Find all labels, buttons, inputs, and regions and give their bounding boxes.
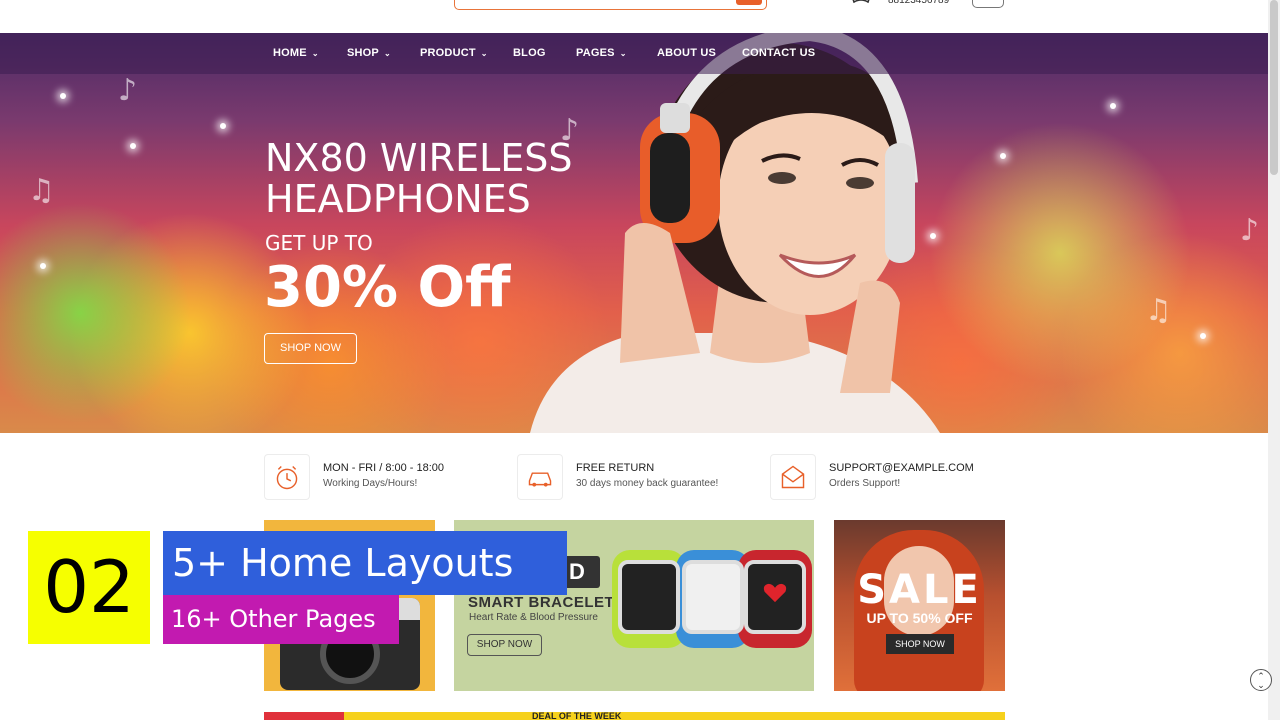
music-note-icon: ♪ xyxy=(1240,213,1260,248)
smartwatch-image xyxy=(682,560,744,634)
heart-icon xyxy=(763,583,787,603)
sparkle xyxy=(40,263,46,269)
page: 88123456789 ♪ ♫ ♪ ♪ ♫ HOME ⌄ SHOP ⌄ PROD… xyxy=(0,0,1280,720)
nav-item-label: HOME xyxy=(273,47,307,59)
deal-of-week-label: DEAL OF THE WEEK xyxy=(532,711,622,720)
overlay-headline: 5+ Home Layouts xyxy=(163,531,567,595)
nav-item-shop[interactable]: SHOP ⌄ xyxy=(347,47,391,59)
nav-item-about[interactable]: ABOUT US xyxy=(657,47,716,59)
main-navbar: HOME ⌄ SHOP ⌄ PRODUCT ⌄ BLOG PAGES ⌄ ABOUT U… xyxy=(0,33,1268,74)
feature-subtitle: Orders Support! xyxy=(829,478,901,489)
feature-hours: MON - FRI / 8:00 - 18:00 Working Days/Ho… xyxy=(264,454,504,500)
smartwatch-image xyxy=(744,560,806,634)
chevron-down-icon: ⌄ xyxy=(480,49,488,58)
bracelet-subtitle: Heart Rate & Blood Pressure xyxy=(469,612,598,623)
nav-item-blog[interactable]: BLOG xyxy=(513,47,546,59)
nav-item-label: BLOG xyxy=(513,47,546,59)
alarm-clock-icon xyxy=(264,454,310,500)
nav-item-label: PAGES xyxy=(576,47,615,59)
hero-shop-now-button[interactable]: SHOP NOW xyxy=(264,333,357,364)
feature-title: MON - FRI / 8:00 - 18:00 xyxy=(323,462,445,474)
smartwatch-image xyxy=(618,560,680,634)
hero-title-line2: HEADPHONES xyxy=(265,177,531,221)
hero-offer: 30% Off xyxy=(264,255,511,320)
nav-item-home[interactable]: HOME ⌄ xyxy=(273,47,319,59)
sparkle xyxy=(220,123,226,129)
sparkle xyxy=(60,93,66,99)
nav-item-label: CONTACT US xyxy=(742,47,816,59)
sparkle xyxy=(1200,333,1206,339)
sale-subtitle: UP TO 50% OFF xyxy=(866,610,973,626)
top-header: 88123456789 xyxy=(0,0,1268,33)
nav-item-label: SHOP xyxy=(347,47,379,59)
music-note-icon: ♫ xyxy=(28,173,55,208)
car-icon xyxy=(517,454,563,500)
scroll-arrows-icon[interactable]: ⌃ ⌄ xyxy=(1250,669,1272,691)
phone-number: 88123456789 xyxy=(888,0,950,6)
chevron-down-icon: ⌄ xyxy=(311,49,319,58)
nav-item-contact[interactable]: CONTACT US xyxy=(742,47,815,59)
search-input[interactable] xyxy=(454,0,767,10)
nav-item-label: ABOUT US xyxy=(657,47,717,59)
hero-title-line1: NX80 WIRELESS xyxy=(265,136,573,180)
phone-icon xyxy=(852,0,870,4)
deal-of-week-banner[interactable] xyxy=(264,712,1005,720)
scrollbar-thumb[interactable] xyxy=(1270,0,1278,175)
hero-title: NX80 WIRELESS HEADPHONES xyxy=(265,138,573,220)
search-button[interactable] xyxy=(736,0,762,5)
sale-banner[interactable]: SALE UP TO 50% OFF SHOP NOW xyxy=(834,520,1005,691)
nav-item-label: PRODUCT xyxy=(420,47,476,59)
music-note-icon: ♪ xyxy=(118,73,138,108)
bracelet-shop-now-button[interactable]: SHOP NOW xyxy=(467,634,542,656)
chevron-down-icon: ⌄ xyxy=(383,49,391,58)
nav-item-pages[interactable]: PAGES ⌄ xyxy=(576,47,627,59)
music-note-icon: ♫ xyxy=(1145,293,1172,328)
sparkle xyxy=(1000,153,1006,159)
overlay-number-badge: 02 xyxy=(28,531,150,644)
cart-button[interactable] xyxy=(972,0,1004,8)
chevron-down-icon: ⌄ xyxy=(619,49,627,58)
feature-return: FREE RETURN 30 days money back guarantee… xyxy=(517,454,757,500)
hero-banner: ♪ ♫ ♪ ♪ ♫ xyxy=(0,33,1268,433)
feature-title: FREE RETURN xyxy=(576,462,655,474)
bracelet-title: SMART BRACELET xyxy=(468,594,615,611)
sale-title: SALE xyxy=(857,567,982,613)
mail-icon xyxy=(770,454,816,500)
model-with-headphones-image xyxy=(530,33,940,433)
hero-subtitle: GET UP TO xyxy=(265,231,373,255)
overlay-subline: 16+ Other Pages xyxy=(163,595,399,644)
nav-item-product[interactable]: PRODUCT ⌄ xyxy=(420,47,488,59)
feature-subtitle: Working Days/Hours! xyxy=(323,478,418,489)
feature-title: SUPPORT@EXAMPLE.COM xyxy=(829,462,974,474)
sparkle xyxy=(1110,103,1116,109)
feature-support: SUPPORT@EXAMPLE.COM Orders Support! xyxy=(770,454,1010,500)
sparkle xyxy=(130,143,136,149)
sale-shop-now-button[interactable]: SHOP NOW xyxy=(886,634,954,654)
feature-subtitle: 30 days money back guarantee! xyxy=(576,478,719,489)
